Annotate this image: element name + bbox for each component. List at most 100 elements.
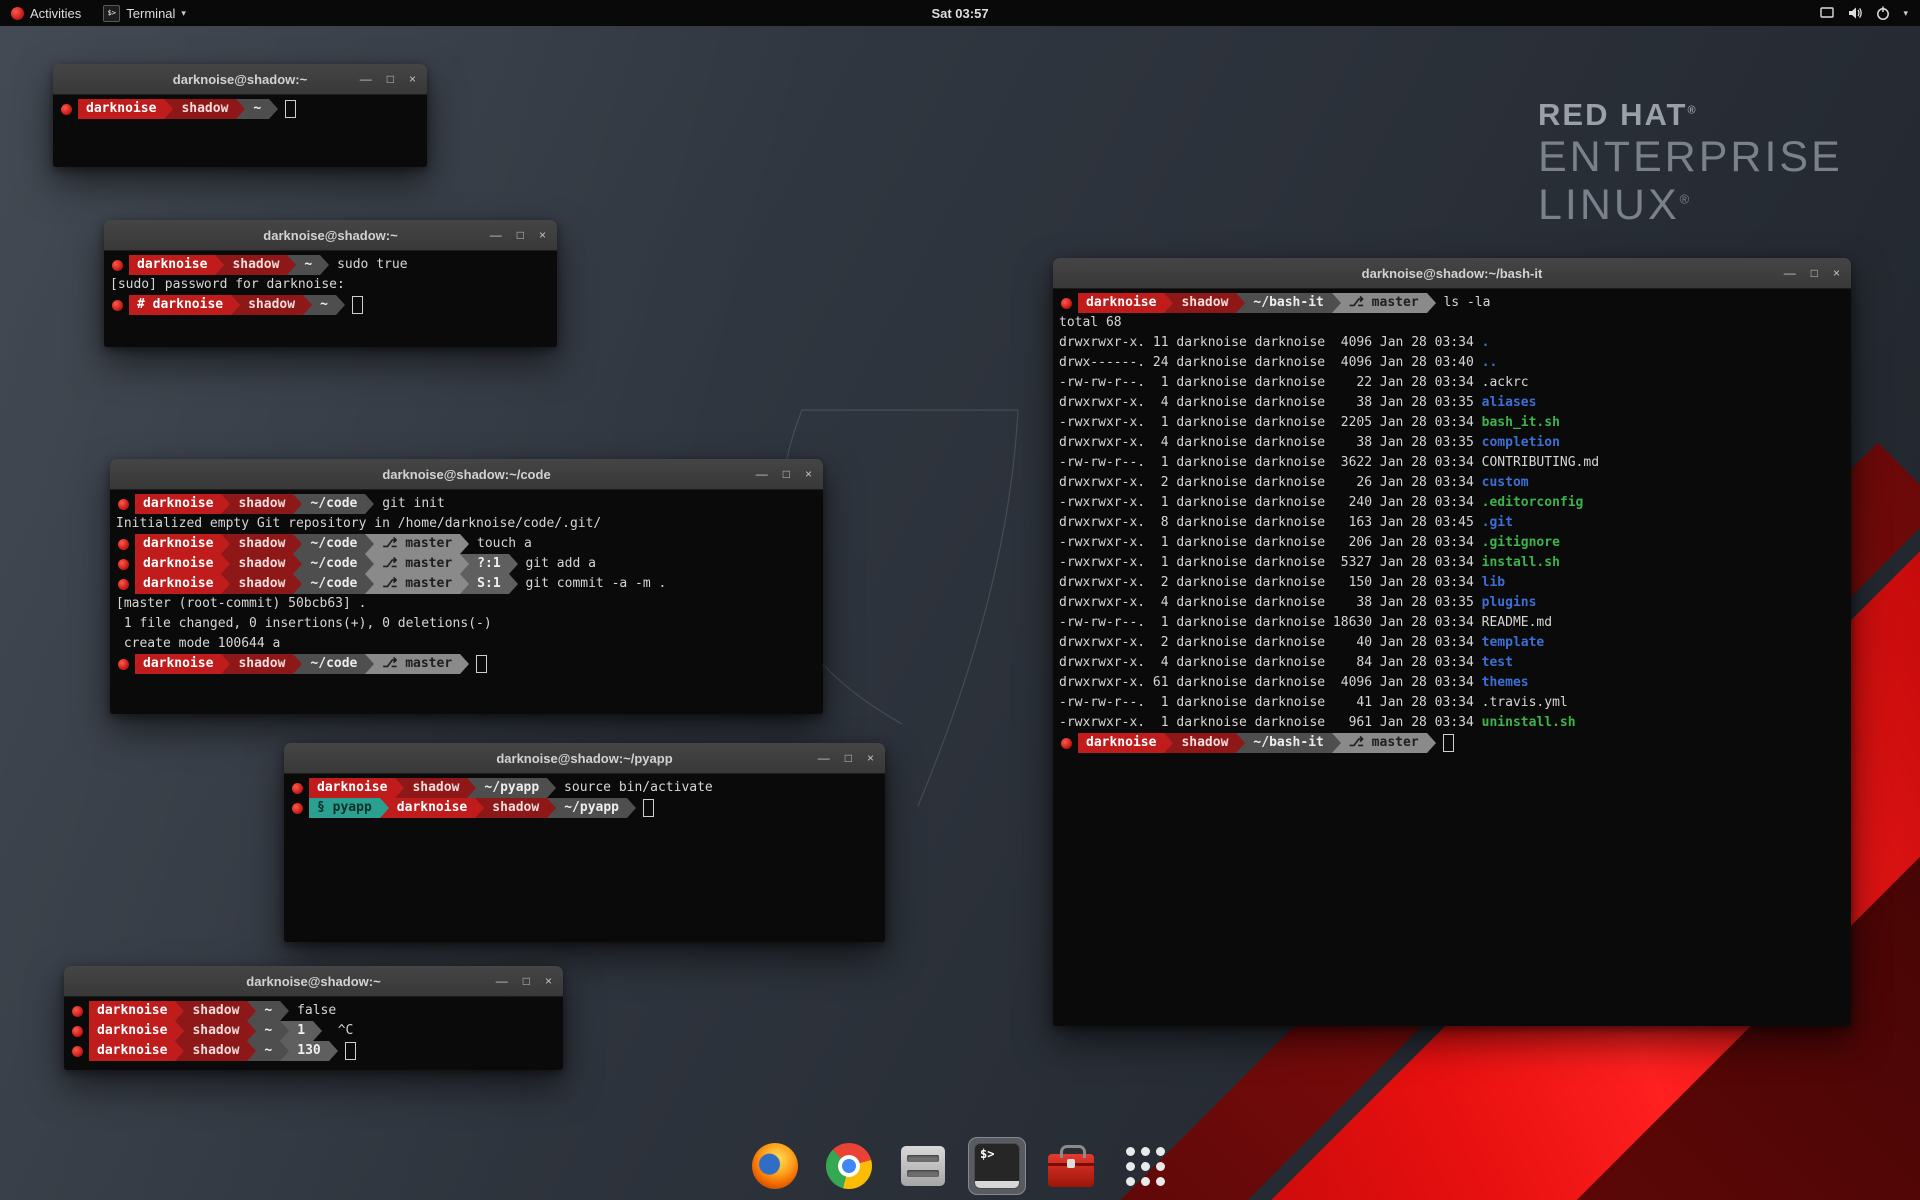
close-button[interactable]: ×: [409, 73, 416, 85]
exec-name: .gitignore: [1482, 533, 1560, 553]
powerline-arrow: [509, 554, 518, 574]
dir-name: .git: [1482, 513, 1513, 533]
dock-item-app-grid[interactable]: [1116, 1137, 1174, 1195]
maximize-button[interactable]: □: [523, 975, 530, 987]
powerline-arrow: [175, 1041, 184, 1061]
titlebar[interactable]: darknoise@shadow:~ — □ ×: [53, 64, 427, 95]
maximize-button[interactable]: □: [387, 73, 394, 85]
dock-item-terminal[interactable]: $>: [968, 1137, 1026, 1195]
system-status-area[interactable]: ▾: [1819, 0, 1920, 26]
redhat-prompt-icon: [112, 300, 123, 311]
powerline-arrow: [175, 1021, 184, 1041]
terminal-content[interactable]: darknoiseshadow~/bash-it⎇ master ls -lat…: [1053, 289, 1851, 1026]
exec-name: .editorconfig: [1482, 493, 1584, 513]
redhat-prompt-icon: [118, 559, 129, 570]
terminal-cursor: [643, 799, 654, 817]
terminal-text: create mode 100644 a: [116, 634, 280, 654]
activities-button[interactable]: Activities: [0, 0, 92, 26]
terminal-text: drwxrwxr-x. 4 darknoise darknoise 84 Jan…: [1059, 653, 1482, 673]
terminal-text: drwxrwxr-x. 2 darknoise darknoise 150 Ja…: [1059, 573, 1482, 593]
dock-item-toolbox[interactable]: [1042, 1137, 1100, 1195]
volume-icon[interactable]: [1847, 5, 1863, 21]
chrome-icon-core: [842, 1159, 856, 1173]
window-title: darknoise@shadow:~: [246, 974, 380, 989]
minimize-button[interactable]: —: [1784, 267, 1796, 279]
terminal-content[interactable]: darknoiseshadow~/pyapp source bin/activa…: [284, 774, 885, 942]
titlebar[interactable]: darknoise@shadow:~/bash-it — □ ×: [1053, 258, 1851, 289]
prompt-segment-host: shadow: [1173, 733, 1236, 753]
maximize-button[interactable]: □: [1811, 267, 1818, 279]
terminal-line: darknoiseshadow~/bash-it⎇ master: [1059, 733, 1845, 753]
dock-item-chrome[interactable]: [820, 1137, 878, 1195]
powerline-arrow: [236, 99, 245, 119]
titlebar[interactable]: darknoise@shadow:~ — □ ×: [64, 966, 563, 997]
powerline-arrow: [365, 494, 374, 514]
dock-item-files[interactable]: [894, 1137, 952, 1195]
powerline-arrow: [221, 534, 230, 554]
dir-name: themes: [1482, 673, 1529, 693]
powerline-arrow: [627, 798, 636, 818]
clock[interactable]: Sat 03:57: [931, 6, 988, 21]
activities-label: Activities: [30, 6, 81, 21]
redhat-prompt-icon: [292, 783, 303, 794]
prompt-segment-user: darknoise: [135, 494, 221, 514]
titlebar[interactable]: darknoise@shadow:~/pyapp — □ ×: [284, 743, 885, 774]
redhat-logo-icon: [11, 7, 24, 20]
dir-name: plugins: [1482, 593, 1537, 613]
terminal-window-pyapp: darknoise@shadow:~/pyapp — □ × darknoise…: [284, 743, 885, 942]
top-bar: Activities $> Terminal ▾ Sat 03:57 ▾: [0, 0, 1920, 26]
app-menu-terminal[interactable]: $> Terminal ▾: [92, 0, 197, 26]
files-icon-drawer: [907, 1155, 939, 1162]
prompt-segment-git: ⎇ master: [374, 534, 460, 554]
minimize-button[interactable]: —: [490, 229, 502, 241]
terminal-content[interactable]: darknoiseshadow~ sudo true[sudo] passwor…: [104, 251, 557, 347]
terminal-content[interactable]: darknoiseshadow~/code git initInitialize…: [110, 490, 823, 714]
terminal-text: false: [289, 1001, 336, 1021]
dir-name: test: [1482, 653, 1513, 673]
titlebar[interactable]: darknoise@shadow:~ — □ ×: [104, 220, 557, 251]
prompt-segment-host: shadow: [240, 295, 303, 315]
rhel-branding: RED HAT® ENTERPRISE LINUX®: [1538, 98, 1843, 229]
terminal-content[interactable]: darknoiseshadow~ falsedarknoiseshadow~1 …: [64, 997, 563, 1070]
terminal-line: -rw-rw-r--. 1 darknoise darknoise 18630 …: [1059, 613, 1845, 633]
terminal-line: -rwxrwxr-x. 1 darknoise darknoise 5327 J…: [1059, 553, 1845, 573]
prompt-segment-host: shadow: [230, 654, 293, 674]
powerline-arrow: [164, 99, 173, 119]
terminal-line: darknoiseshadow~/code git init: [116, 494, 817, 514]
minimize-button[interactable]: —: [818, 752, 830, 764]
terminal-cursor: [345, 1042, 356, 1060]
minimize-button[interactable]: —: [496, 975, 508, 987]
terminal-text: sudo true: [329, 255, 407, 275]
display-icon[interactable]: [1819, 5, 1835, 21]
close-button[interactable]: ×: [1833, 267, 1840, 279]
terminal-text: [master (root-commit) 50bcb63] .: [116, 594, 366, 614]
power-icon[interactable]: [1875, 5, 1891, 21]
maximize-button[interactable]: □: [783, 468, 790, 480]
terminal-line: drwxrwxr-x. 2 darknoise darknoise 40 Jan…: [1059, 633, 1845, 653]
terminal-line: § pyappdarknoiseshadow~/pyapp: [290, 798, 879, 818]
minimize-button[interactable]: —: [360, 73, 372, 85]
close-button[interactable]: ×: [539, 229, 546, 241]
close-button[interactable]: ×: [545, 975, 552, 987]
maximize-button[interactable]: □: [845, 752, 852, 764]
powerline-arrow: [1427, 293, 1436, 313]
terminal-content[interactable]: darknoiseshadow~: [53, 95, 427, 167]
titlebar[interactable]: darknoise@shadow:~/code — □ ×: [110, 459, 823, 490]
terminal-line: -rwxrwxr-x. 1 darknoise darknoise 206 Ja…: [1059, 533, 1845, 553]
powerline-arrow: [303, 295, 312, 315]
powerline-arrow: [221, 554, 230, 574]
dock-item-firefox[interactable]: [746, 1137, 804, 1195]
minimize-button[interactable]: —: [756, 468, 768, 480]
redhat-prompt-icon: [118, 659, 129, 670]
terminal-text: drwxrwxr-x. 4 darknoise darknoise 38 Jan…: [1059, 433, 1482, 453]
window-title: darknoise@shadow:~/bash-it: [1362, 266, 1543, 281]
terminal-line: drwxrwxr-x. 4 darknoise darknoise 38 Jan…: [1059, 593, 1845, 613]
close-button[interactable]: ×: [867, 752, 874, 764]
powerline-arrow: [1164, 733, 1173, 753]
maximize-button[interactable]: □: [517, 229, 524, 241]
terminal-line: darknoiseshadow~/pyapp source bin/activa…: [290, 778, 879, 798]
prompt-segment-host: shadow: [184, 1021, 247, 1041]
terminal-text: 1 file changed, 0 insertions(+), 0 delet…: [116, 614, 492, 634]
close-button[interactable]: ×: [805, 468, 812, 480]
prompt-segment-git: ⎇ master: [1341, 293, 1427, 313]
